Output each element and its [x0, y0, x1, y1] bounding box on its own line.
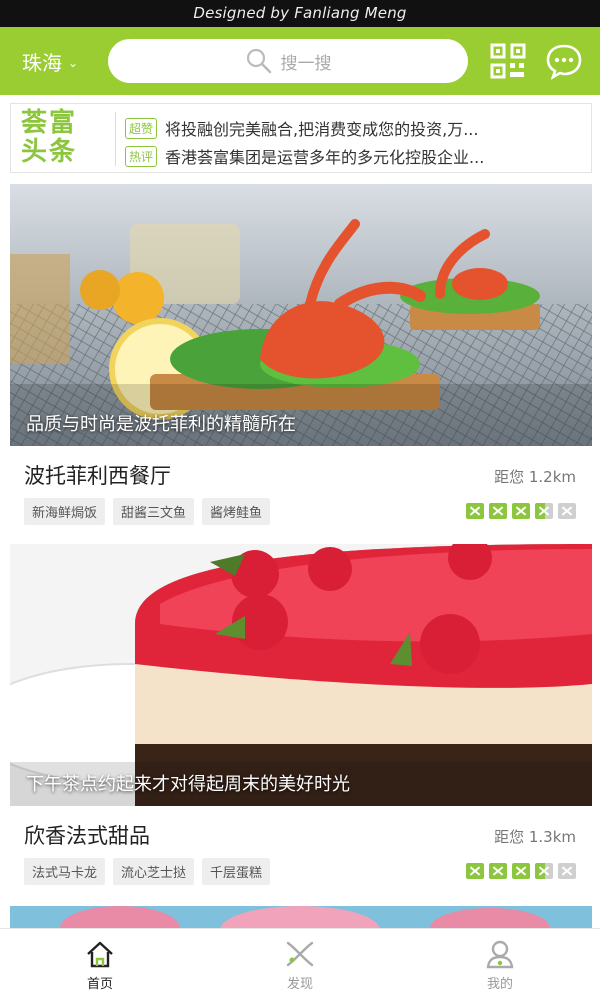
news-text: 香港荟富集团是运营多年的多元化控股企业...: [165, 148, 485, 167]
distance-label: 距您 1.3km: [494, 828, 576, 846]
rating-stars: [466, 503, 576, 519]
news-item[interactable]: 热评 香港荟富集团是运营多年的多元化控股企业...: [125, 144, 565, 168]
header-bar: 珠海 ⌄ 搜一搜: [0, 27, 600, 95]
news-item[interactable]: 超赞 将投融创完美融合,把消费变成您的投资,万...: [125, 116, 565, 140]
rating-star-icon: [466, 503, 484, 519]
news-divider: [115, 112, 116, 166]
chat-bubble-icon[interactable]: [545, 42, 583, 80]
restaurant-name: 波托菲利西餐厅: [24, 464, 171, 488]
rating-star-empty-icon: [558, 863, 576, 879]
profile-icon: [486, 940, 514, 969]
dish-tag[interactable]: 酱烤鲑鱼: [202, 498, 271, 525]
restaurant-card-info[interactable]: 欣香法式甜品 距您 1.3km 法式马卡龙 流心芝士挞 千层蛋糕: [10, 806, 592, 894]
designer-credit-bar: Designed by Fanliang Meng: [0, 0, 600, 27]
tab-discover-label: 发现: [286, 977, 313, 992]
news-tag: 超赞: [125, 117, 158, 139]
headline-news-panel[interactable]: 荟富 头条 超赞 将投融创完美融合,把消费变成您的投资,万... 热评 香港荟富…: [10, 103, 592, 173]
rating-star-icon: [512, 503, 530, 519]
chevron-down-icon: ⌄: [68, 55, 79, 70]
restaurant-card-info[interactable]: 波托菲利西餐厅 距您 1.2km 新海鲜焗饭 甜酱三文鱼 酱烤鲑鱼: [10, 446, 592, 534]
rating-star-icon: [489, 863, 507, 879]
rating-star-empty-icon: [558, 503, 576, 519]
distance-label: 距您 1.2km: [494, 468, 576, 486]
dish-tag[interactable]: 甜酱三文鱼: [113, 498, 195, 525]
city-label: 珠海: [22, 51, 62, 75]
rating-star-half-icon: [535, 863, 553, 879]
tab-discover[interactable]: 发现: [200, 929, 400, 1000]
rating-star-icon: [512, 863, 530, 879]
shrimp-dish-photo: [10, 184, 592, 446]
home-icon: [87, 941, 113, 968]
rating-star-half-icon: [535, 503, 553, 519]
news-tag: 热评: [125, 145, 158, 167]
restaurant-card-image[interactable]: 下午茶点约起来才对得起周末的美好时光: [10, 544, 592, 806]
news-logo-line-2: 头条: [21, 137, 78, 167]
dish-tag[interactable]: 法式马卡龙: [24, 858, 106, 885]
discover-icon: [286, 941, 314, 967]
designer-credit: Designed by Fanliang Meng: [193, 4, 407, 22]
news-text: 将投融创完美融合,把消费变成您的投资,万...: [165, 120, 479, 139]
dish-tag[interactable]: 千层蛋糕: [202, 858, 271, 885]
search-icon: [246, 48, 271, 74]
dish-tag[interactable]: 流心芝士挞: [113, 858, 195, 885]
search-input[interactable]: 搜一搜: [108, 39, 468, 83]
dish-tag[interactable]: 新海鲜焗饭: [24, 498, 106, 525]
card-caption: 下午茶点约起来才对得起周末的美好时光: [26, 774, 350, 795]
search-placeholder: 搜一搜: [280, 53, 332, 74]
tab-profile-label: 我的: [486, 977, 513, 992]
qr-code-icon[interactable]: [490, 43, 526, 79]
tab-home-label: 首页: [86, 977, 113, 992]
rating-star-icon: [466, 863, 484, 879]
rating-stars: [466, 863, 576, 879]
bottom-tab-bar: 首页 发现 我的: [0, 928, 600, 1000]
news-logo: 荟富 头条: [21, 109, 107, 169]
restaurant-card-image[interactable]: 品质与时尚是波托菲利的精髓所在: [10, 184, 592, 446]
tab-profile[interactable]: 我的: [400, 929, 600, 1000]
next-card-image-peek[interactable]: [10, 906, 592, 928]
cheesecake-photo: [10, 544, 592, 806]
rating-star-icon: [489, 503, 507, 519]
tab-home[interactable]: 首页: [0, 929, 200, 1000]
card-caption: 品质与时尚是波托菲利的精髓所在: [26, 414, 296, 435]
news-logo-line-1: 荟富: [21, 108, 78, 138]
macaron-photo: [60, 906, 550, 928]
restaurant-name: 欣香法式甜品: [24, 824, 150, 848]
city-selector[interactable]: 珠海 ⌄: [22, 47, 78, 76]
